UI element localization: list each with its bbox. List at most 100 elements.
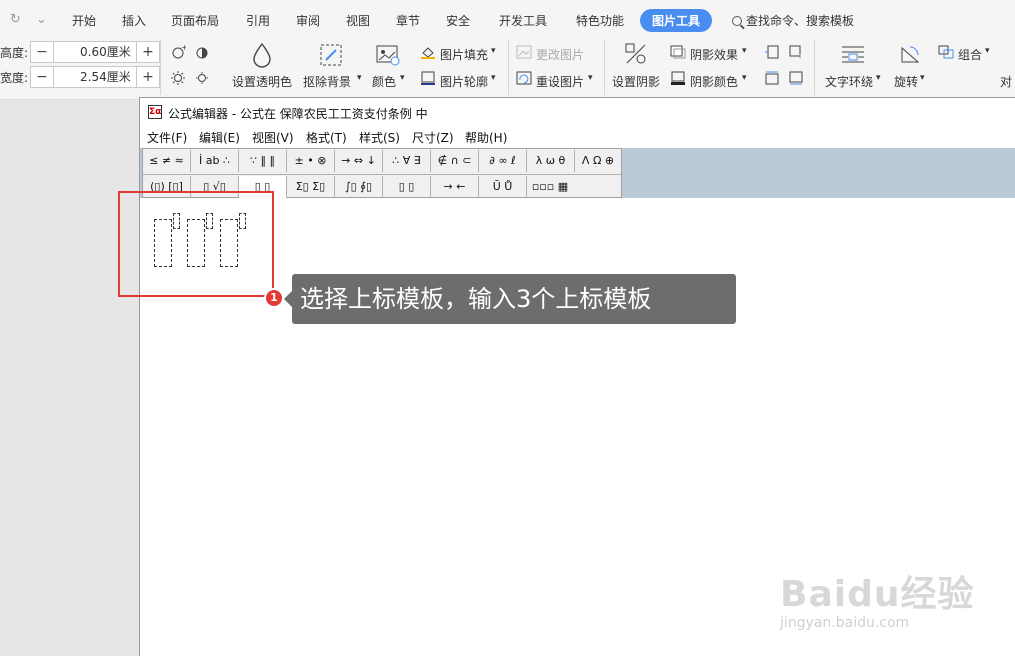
remove-background-button[interactable]: 抠除背景 <box>303 73 351 90</box>
ribbon-separator <box>604 40 605 95</box>
width-increase-button[interactable]: + <box>136 66 160 88</box>
transparent-color-icon[interactable] <box>250 42 274 68</box>
remove-background-icon[interactable] <box>318 42 344 68</box>
picture-fill-button[interactable]: 图片填充 <box>440 46 488 63</box>
shadow-effect-icon[interactable] <box>670 45 686 59</box>
tab-home[interactable]: 开始 <box>72 12 96 29</box>
height-input[interactable]: 0.60厘米 <box>54 41 136 63</box>
decrease-contrast-icon[interactable] <box>194 44 210 60</box>
decrease-brightness-icon[interactable] <box>194 70 210 86</box>
height-row: 高度: − 0.60厘米 + <box>0 41 160 63</box>
set-transparent-color-button[interactable]: 设置透明色 <box>232 73 292 90</box>
tab-references[interactable]: 引用 <box>246 12 270 29</box>
menu-edit[interactable]: 编辑(E) <box>199 129 240 146</box>
redo-icon[interactable]: ↻ <box>10 12 21 27</box>
tab-picture-tools[interactable]: 图片工具 <box>640 9 713 32</box>
rotate-icon[interactable] <box>898 42 922 66</box>
height-label: 高度: <box>0 45 29 60</box>
set-theory-palette[interactable]: ∉ ∩ ⊂ <box>431 150 479 172</box>
instruction-callout: 选择上标模板，输入3个上标模板 <box>284 274 736 324</box>
picture-color-icon[interactable] <box>375 43 401 67</box>
chevron-down-icon[interactable]: ▾ <box>588 73 593 83</box>
chevron-down-icon[interactable]: ▾ <box>876 73 881 83</box>
tab-developer[interactable]: 开发工具 <box>499 12 547 29</box>
align-button[interactable]: 对 <box>1000 73 1012 90</box>
shadow-nudge-up-icon[interactable] <box>764 70 780 86</box>
menu-view[interactable]: 视图(V) <box>252 129 294 146</box>
shadow-color-button[interactable]: 阴影颜色 <box>690 73 738 90</box>
search-icon <box>732 16 742 26</box>
chevron-down-icon[interactable]: ⌄ <box>36 12 47 27</box>
shadow-nudge-left-icon[interactable] <box>764 44 780 60</box>
window-titlebar: Σα 公式编辑器 - 公式在 保障农民工工资支付条例 中 <box>140 98 1015 126</box>
menu-format[interactable]: 格式(T) <box>306 129 347 146</box>
summation-templates-palette[interactable]: Σ▯ Σ▯ <box>287 176 335 198</box>
window-title: 公式编辑器 - 公式在 保障农民工工资支付条例 中 <box>168 107 428 121</box>
equation-editor-icon: Σα <box>148 105 162 119</box>
tab-special-features[interactable]: 特色功能 <box>576 12 624 29</box>
symbol-palette-row: ≤ ≠ ≈ İ ab ∴ ∵ ‖ ‖ ± • ⊗ → ⇔ ↓ ∴ ∀ ∃ ∉ ∩… <box>143 149 623 173</box>
reset-picture-icon[interactable] <box>516 71 532 85</box>
tab-security[interactable]: 安全 <box>446 12 470 29</box>
text-wrap-button[interactable]: 文字环绕 <box>825 73 873 90</box>
tab-review[interactable]: 审阅 <box>296 12 320 29</box>
width-decrease-button[interactable]: − <box>30 66 54 88</box>
text-wrap-icon[interactable] <box>840 44 866 66</box>
spaces-ellipses-palette[interactable]: İ ab ∴ <box>191 150 239 172</box>
height-decrease-button[interactable]: − <box>30 41 54 63</box>
command-search[interactable]: 查找命令、搜索模板 <box>732 12 854 29</box>
labeled-arrow-templates-palette[interactable]: → ← <box>431 176 479 198</box>
width-input[interactable]: 2.54厘米 <box>54 66 136 88</box>
increase-brightness-icon[interactable] <box>170 70 186 86</box>
change-picture-button[interactable]: 更改图片 <box>536 46 584 63</box>
group-button[interactable]: 组合 <box>958 46 982 63</box>
integral-templates-palette[interactable]: ∫▯ ∮▯ <box>335 176 383 198</box>
products-set-theory-templates-palette[interactable]: Ū Ů <box>479 176 527 198</box>
chevron-down-icon[interactable]: ▾ <box>742 46 747 56</box>
shadow-color-icon[interactable] <box>670 71 686 85</box>
logical-symbols-palette[interactable]: ∴ ∀ ∃ <box>383 150 431 172</box>
shadow-nudge-right-icon[interactable] <box>788 70 804 86</box>
increase-contrast-icon[interactable]: + <box>170 44 186 60</box>
menu-help[interactable]: 帮助(H) <box>465 129 507 146</box>
tab-insert[interactable]: 插入 <box>122 12 146 29</box>
misc-symbols-palette[interactable]: ∂ ∞ ℓ <box>479 150 527 172</box>
tab-view[interactable]: 视图 <box>346 12 370 29</box>
operator-symbols-palette[interactable]: ± • ⊗ <box>287 150 335 172</box>
chevron-down-icon[interactable]: ▾ <box>742 73 747 83</box>
picture-outline-icon[interactable] <box>420 71 436 85</box>
menu-file[interactable]: 文件(F) <box>147 129 187 146</box>
reset-picture-button[interactable]: 重设图片 <box>536 73 584 90</box>
greek-lowercase-palette[interactable]: λ ω θ <box>527 150 575 172</box>
underbar-overbar-templates-palette[interactable]: ▯ ▯ <box>383 176 431 198</box>
search-label: 查找命令、搜索模板 <box>746 14 855 28</box>
chevron-down-icon[interactable]: ▾ <box>491 46 496 56</box>
picture-fill-icon[interactable] <box>420 45 436 59</box>
tab-page-layout[interactable]: 页面布局 <box>171 12 219 29</box>
chevron-down-icon[interactable]: ▾ <box>400 73 405 83</box>
chevron-down-icon[interactable]: ▾ <box>491 73 496 83</box>
ribbon-separator <box>160 40 161 95</box>
rotate-button[interactable]: 旋转 <box>894 73 918 90</box>
menu-style[interactable]: 样式(S) <box>359 129 400 146</box>
set-shadow-button[interactable]: 设置阴影 <box>612 73 660 90</box>
shadow-nudge-down-icon[interactable] <box>788 44 804 60</box>
embellishments-palette[interactable]: ∵ ‖ ‖ <box>239 150 287 172</box>
color-button[interactable]: 颜色 <box>372 73 396 90</box>
group-icon[interactable] <box>938 45 954 59</box>
chevron-down-icon[interactable]: ▾ <box>357 73 362 83</box>
arrow-symbols-palette[interactable]: → ⇔ ↓ <box>335 150 383 172</box>
picture-outline-button[interactable]: 图片轮廓 <box>440 73 488 90</box>
tab-chapter[interactable]: 章节 <box>396 12 420 29</box>
matrix-templates-palette[interactable]: ▫▫▫ ▦ <box>527 176 573 198</box>
set-shadow-icon[interactable] <box>624 42 648 66</box>
step-badge: 1 <box>264 288 284 308</box>
chevron-down-icon[interactable]: ▾ <box>920 73 925 83</box>
height-increase-button[interactable]: + <box>136 41 160 63</box>
chevron-down-icon[interactable]: ▾ <box>985 46 990 56</box>
greek-uppercase-palette[interactable]: Λ Ω ⊕ <box>575 150 621 172</box>
shadow-effect-button[interactable]: 阴影效果 <box>690 46 738 63</box>
menu-size[interactable]: 尺寸(Z) <box>412 129 454 146</box>
document-left-margin <box>0 101 139 656</box>
relational-symbols-palette[interactable]: ≤ ≠ ≈ <box>143 150 191 172</box>
